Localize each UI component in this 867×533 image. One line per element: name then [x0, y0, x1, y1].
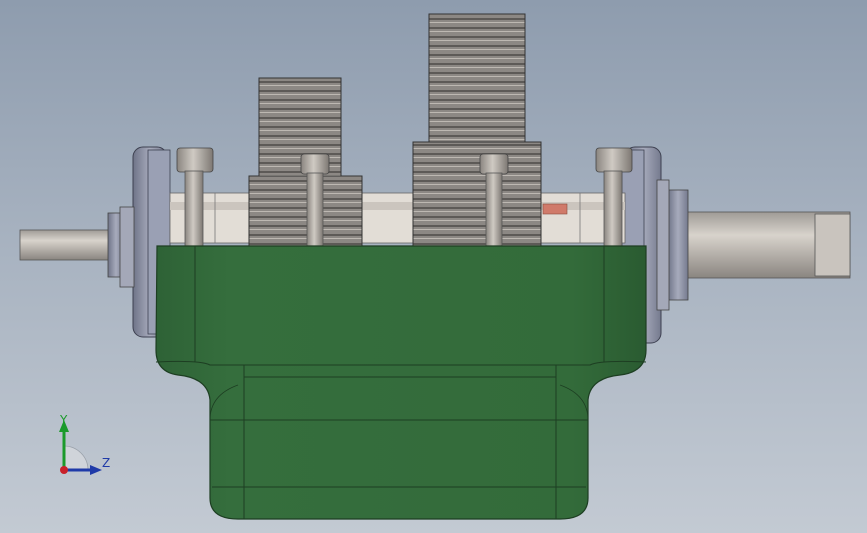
inner-shaft: [169, 192, 626, 244]
z-axis-label: Z: [102, 456, 111, 470]
origin-icon: [60, 466, 68, 474]
right-shaft: [667, 189, 851, 301]
gearbox-model[interactable]: [0, 0, 867, 533]
large-gear: [412, 13, 542, 247]
left-shaft: [19, 212, 125, 278]
triad-plane-icon: [63, 445, 89, 471]
housing: [155, 245, 647, 520]
coordinate-triad: Y Z: [40, 408, 130, 488]
triad-graphic: [59, 420, 102, 475]
y-axis-label: Y: [60, 413, 68, 427]
cad-viewport[interactable]: Y Z: [0, 0, 867, 533]
